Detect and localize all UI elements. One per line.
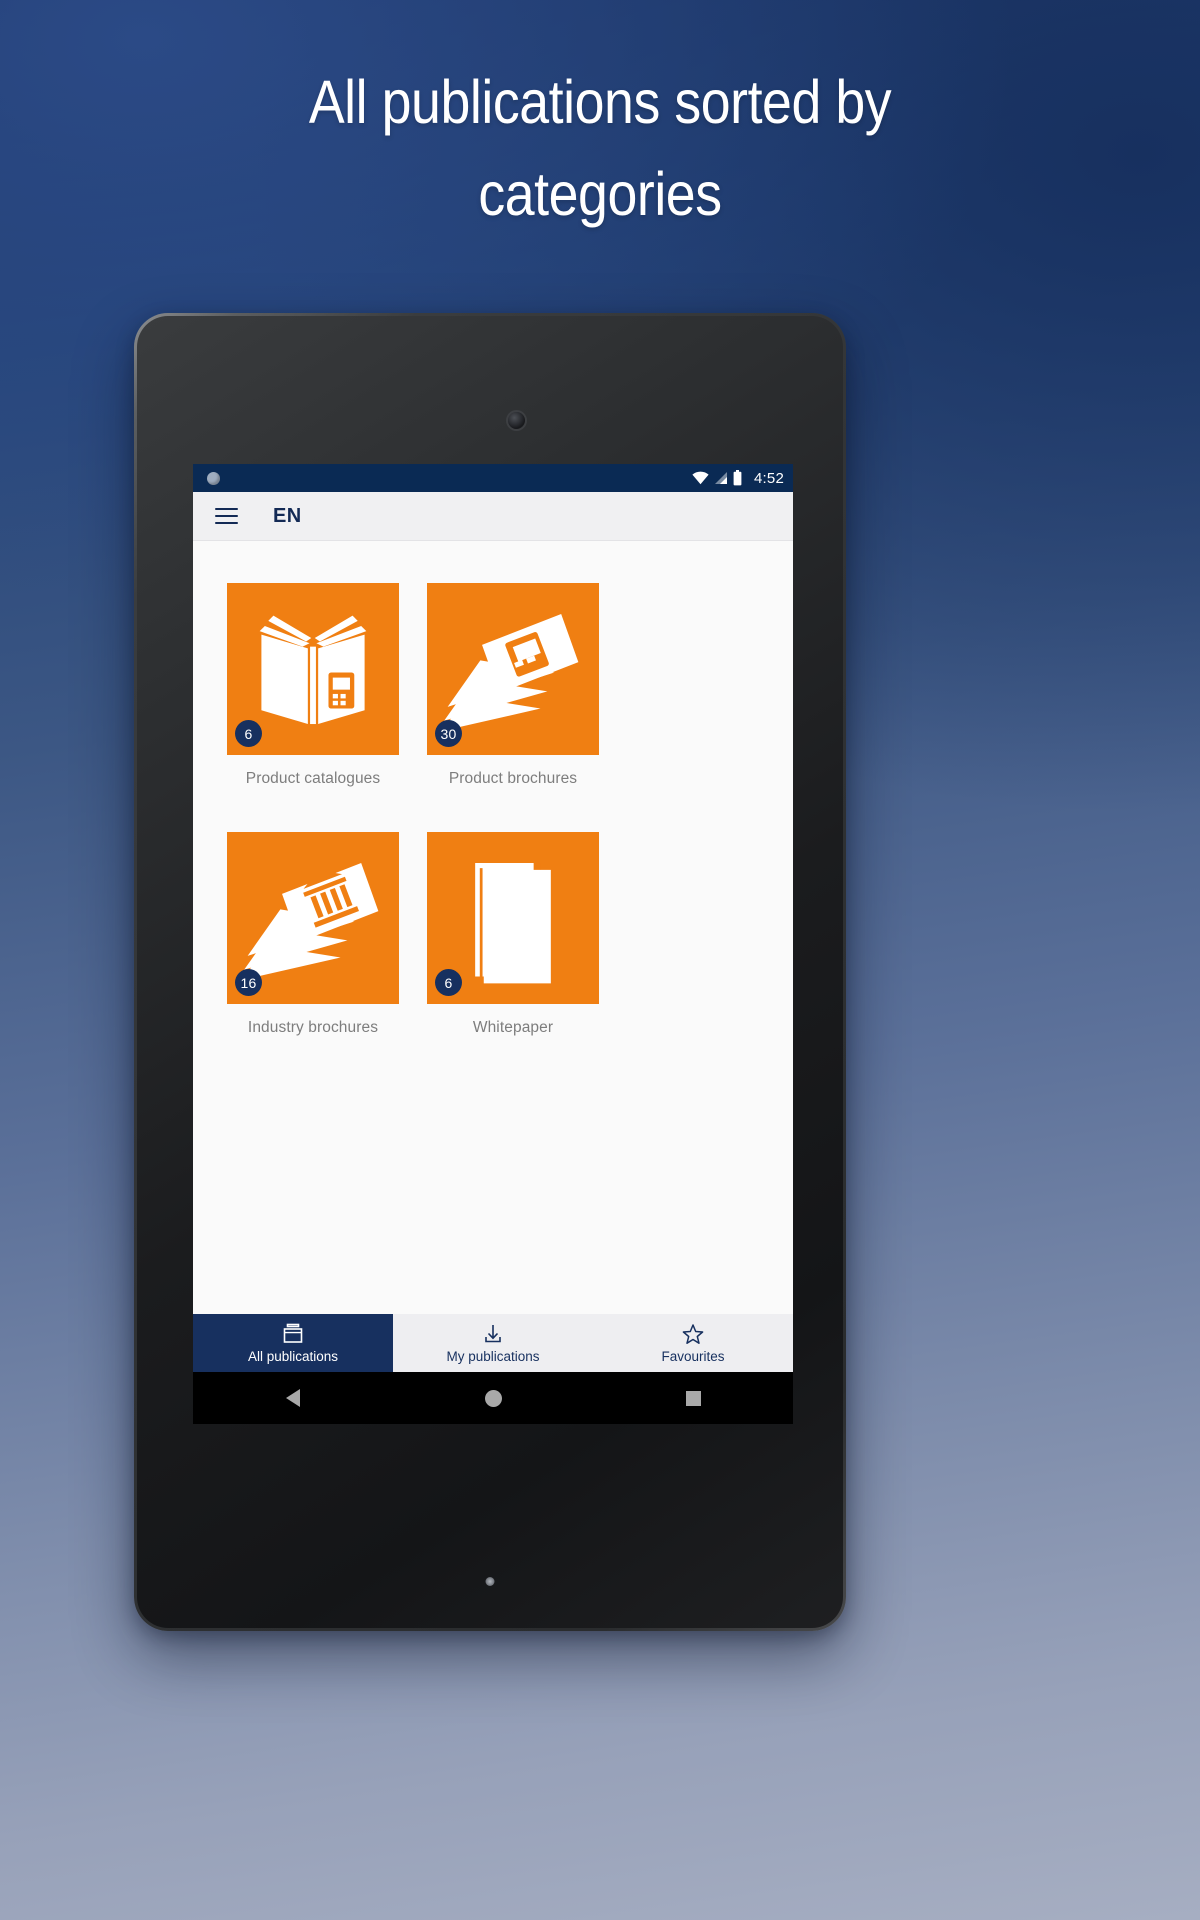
star-icon	[682, 1323, 704, 1344]
category-card-industry-brochures[interactable]: 16 Industry brochures	[213, 832, 413, 1037]
android-recents-button[interactable]	[658, 1390, 728, 1406]
promo-headline: All publications sorted by categories	[308, 68, 892, 228]
back-triangle-icon	[286, 1389, 300, 1407]
category-card-whitepaper[interactable]: 6 Whitepaper	[413, 832, 613, 1037]
hamburger-menu-icon[interactable]	[215, 508, 238, 524]
bottom-tab-bar: All publications My publications Favouri…	[193, 1314, 793, 1372]
tab-all-publications[interactable]: All publications	[193, 1314, 393, 1372]
tab-favourites[interactable]: Favourites	[593, 1314, 793, 1372]
category-label: Product catalogues	[245, 770, 381, 787]
briefcase-icon	[283, 1323, 303, 1343]
language-selector[interactable]: EN	[273, 505, 302, 528]
device-screen: 4:52 EN 6 Product catalogues 30 Product …	[193, 464, 793, 1424]
category-label: Whitepaper	[472, 1019, 554, 1036]
tab-label: Favourites	[661, 1348, 725, 1364]
tablet-device-frame: 4:52 EN 6 Product catalogues 30 Product …	[134, 313, 846, 1631]
tab-label: All publications	[247, 1348, 339, 1364]
category-thumbnail: 30	[427, 583, 599, 755]
category-card-product-brochures[interactable]: 30 Product brochures	[413, 583, 613, 788]
home-circle-icon	[484, 1389, 502, 1407]
category-card-product-catalogues[interactable]: 6 Product catalogues	[213, 583, 413, 788]
categories-grid: 6 Product catalogues 30 Product brochure…	[193, 583, 793, 1081]
tablet-bezel: 4:52 EN 6 Product catalogues 30 Product …	[137, 316, 843, 1628]
category-count-badge: 30	[435, 720, 462, 747]
recents-square-icon	[685, 1390, 701, 1406]
category-count-badge: 6	[235, 720, 262, 747]
app-toolbar: EN	[193, 492, 793, 541]
category-count-badge: 16	[235, 969, 262, 996]
download-icon	[485, 1324, 501, 1342]
tab-label: My publications	[446, 1348, 540, 1364]
android-home-button[interactable]	[458, 1389, 528, 1407]
cellular-signal-icon	[715, 472, 727, 484]
categories-content: 6 Product catalogues 30 Product brochure…	[193, 541, 793, 1314]
category-thumbnail: 6	[427, 832, 599, 1004]
category-label: Industry brochures	[247, 1019, 379, 1036]
category-thumbnail: 6	[227, 583, 399, 755]
category-count-badge: 6	[435, 969, 462, 996]
android-back-button[interactable]	[258, 1389, 328, 1407]
category-label: Product brochures	[448, 770, 578, 787]
promo-stage: All publications sorted by categories 4:…	[0, 0, 1200, 1920]
android-navigation-bar	[193, 1372, 793, 1424]
battery-icon	[733, 470, 742, 486]
wifi-icon	[692, 471, 709, 485]
notification-led-icon	[485, 1577, 495, 1586]
front-camera-icon	[508, 412, 525, 429]
status-bar-clock: 4:52	[754, 469, 784, 487]
status-bar-icons: 4:52	[692, 470, 784, 487]
status-bar: 4:52	[193, 464, 793, 492]
tab-my-publications[interactable]: My publications	[393, 1314, 593, 1372]
category-thumbnail: 16	[227, 832, 399, 1004]
notification-dot-icon	[207, 471, 220, 485]
